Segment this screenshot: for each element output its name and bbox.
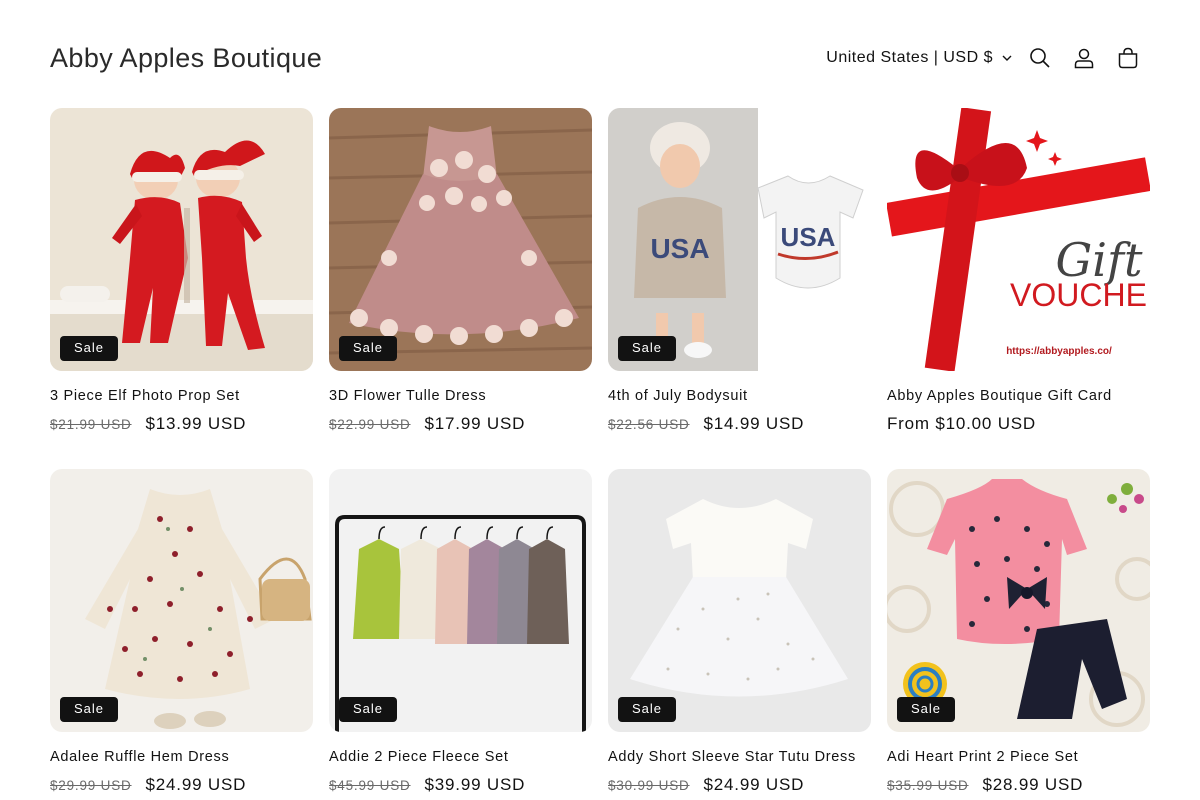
product-card[interactable]: USA USA Sale 4th of July Bodysuit $22.56… <box>608 108 871 445</box>
sale-badge: Sale <box>60 697 119 722</box>
sale-badge: Sale <box>618 336 677 361</box>
sale-badge: Sale <box>339 336 398 361</box>
product-image: Gift VOUCHE https://abbyapples.co/ <box>887 108 1150 371</box>
cart-button[interactable] <box>1106 36 1150 80</box>
product-image: Sale <box>608 469 871 732</box>
product-price: $35.99 USD $28.99 USD <box>887 775 1150 795</box>
account-icon <box>1074 48 1094 69</box>
product-card[interactable]: Sale 3 Piece Elf Photo Prop Set $21.99 U… <box>50 108 313 445</box>
compare-at-price: $29.99 USD <box>50 778 132 793</box>
sale-price: From $10.00 USD <box>887 414 1036 433</box>
product-card[interactable]: Sale Adalee Ruffle Hem Dress $29.99 USD … <box>50 469 313 800</box>
country-currency-label: United States | USD $ <box>826 49 993 66</box>
product-title[interactable]: Abby Apples Boutique Gift Card <box>887 387 1150 405</box>
header-actions: United States | USD $ <box>826 36 1150 80</box>
compare-at-price: $35.99 USD <box>887 778 969 793</box>
product-price: From $10.00 USD <box>887 414 1150 434</box>
image-text: USA <box>650 233 709 264</box>
sale-price: $39.99 USD <box>424 775 526 794</box>
product-price: $45.99 USD $39.99 USD <box>329 775 592 795</box>
sale-badge: Sale <box>618 697 677 722</box>
product-title[interactable]: Adalee Ruffle Hem Dress <box>50 748 313 766</box>
sale-badge: Sale <box>339 697 398 722</box>
product-grid: Sale 3 Piece Elf Photo Prop Set $21.99 U… <box>50 108 1150 800</box>
image-text: VOUCHE <box>1010 277 1147 313</box>
product-price: $22.56 USD $14.99 USD <box>608 414 871 434</box>
product-image: Sale <box>329 469 592 732</box>
sale-badge: Sale <box>897 697 956 722</box>
product-card[interactable]: Sale Adi Heart Print 2 Piece Set $35.99 … <box>887 469 1150 800</box>
product-image: USA USA Sale <box>608 108 871 371</box>
product-card[interactable]: Gift VOUCHE https://abbyapples.co/ Abby … <box>887 108 1150 445</box>
sale-price: $28.99 USD <box>982 775 1084 794</box>
product-title[interactable]: Addy Short Sleeve Star Tutu Dress <box>608 748 871 766</box>
image-text: USA <box>781 222 836 252</box>
product-image: Sale <box>50 469 313 732</box>
site-header: Abby Apples Boutique United States | USD… <box>50 36 1150 80</box>
product-title[interactable]: 3 Piece Elf Photo Prop Set <box>50 387 313 405</box>
search-icon <box>1030 48 1050 68</box>
product-image: Sale <box>887 469 1150 732</box>
cart-icon <box>1118 47 1138 69</box>
compare-at-price: $22.56 USD <box>608 417 690 432</box>
product-price: $30.99 USD $24.99 USD <box>608 775 871 795</box>
sale-price: $17.99 USD <box>424 414 526 433</box>
product-card[interactable]: Sale 3D Flower Tulle Dress $22.99 USD $1… <box>329 108 592 445</box>
store-name-link[interactable]: Abby Apples Boutique <box>50 43 322 74</box>
country-currency-selector[interactable]: United States | USD $ <box>826 49 1012 67</box>
product-card[interactable]: Sale Addie 2 Piece Fleece Set $45.99 USD… <box>329 469 592 800</box>
image-text: https://abbyapples.co/ <box>1006 346 1112 357</box>
product-image: Sale <box>329 108 592 371</box>
product-price: $21.99 USD $13.99 USD <box>50 414 313 434</box>
product-title[interactable]: Addie 2 Piece Fleece Set <box>329 748 592 766</box>
chevron-down-icon <box>1002 55 1012 61</box>
compare-at-price: $22.99 USD <box>329 417 411 432</box>
account-button[interactable] <box>1062 36 1106 80</box>
product-price: $22.99 USD $17.99 USD <box>329 414 592 434</box>
compare-at-price: $45.99 USD <box>329 778 411 793</box>
sale-price: $13.99 USD <box>145 414 247 433</box>
product-title[interactable]: Adi Heart Print 2 Piece Set <box>887 748 1150 766</box>
sale-badge: Sale <box>60 336 119 361</box>
sale-price: $24.99 USD <box>703 775 805 794</box>
sale-price: $24.99 USD <box>145 775 247 794</box>
compare-at-price: $30.99 USD <box>608 778 690 793</box>
search-button[interactable] <box>1018 36 1062 80</box>
product-price: $29.99 USD $24.99 USD <box>50 775 313 795</box>
product-title[interactable]: 3D Flower Tulle Dress <box>329 387 592 405</box>
product-image: Sale <box>50 108 313 371</box>
product-card[interactable]: Sale Addy Short Sleeve Star Tutu Dress $… <box>608 469 871 800</box>
sale-price: $14.99 USD <box>703 414 805 433</box>
product-title[interactable]: 4th of July Bodysuit <box>608 387 871 405</box>
compare-at-price: $21.99 USD <box>50 417 132 432</box>
